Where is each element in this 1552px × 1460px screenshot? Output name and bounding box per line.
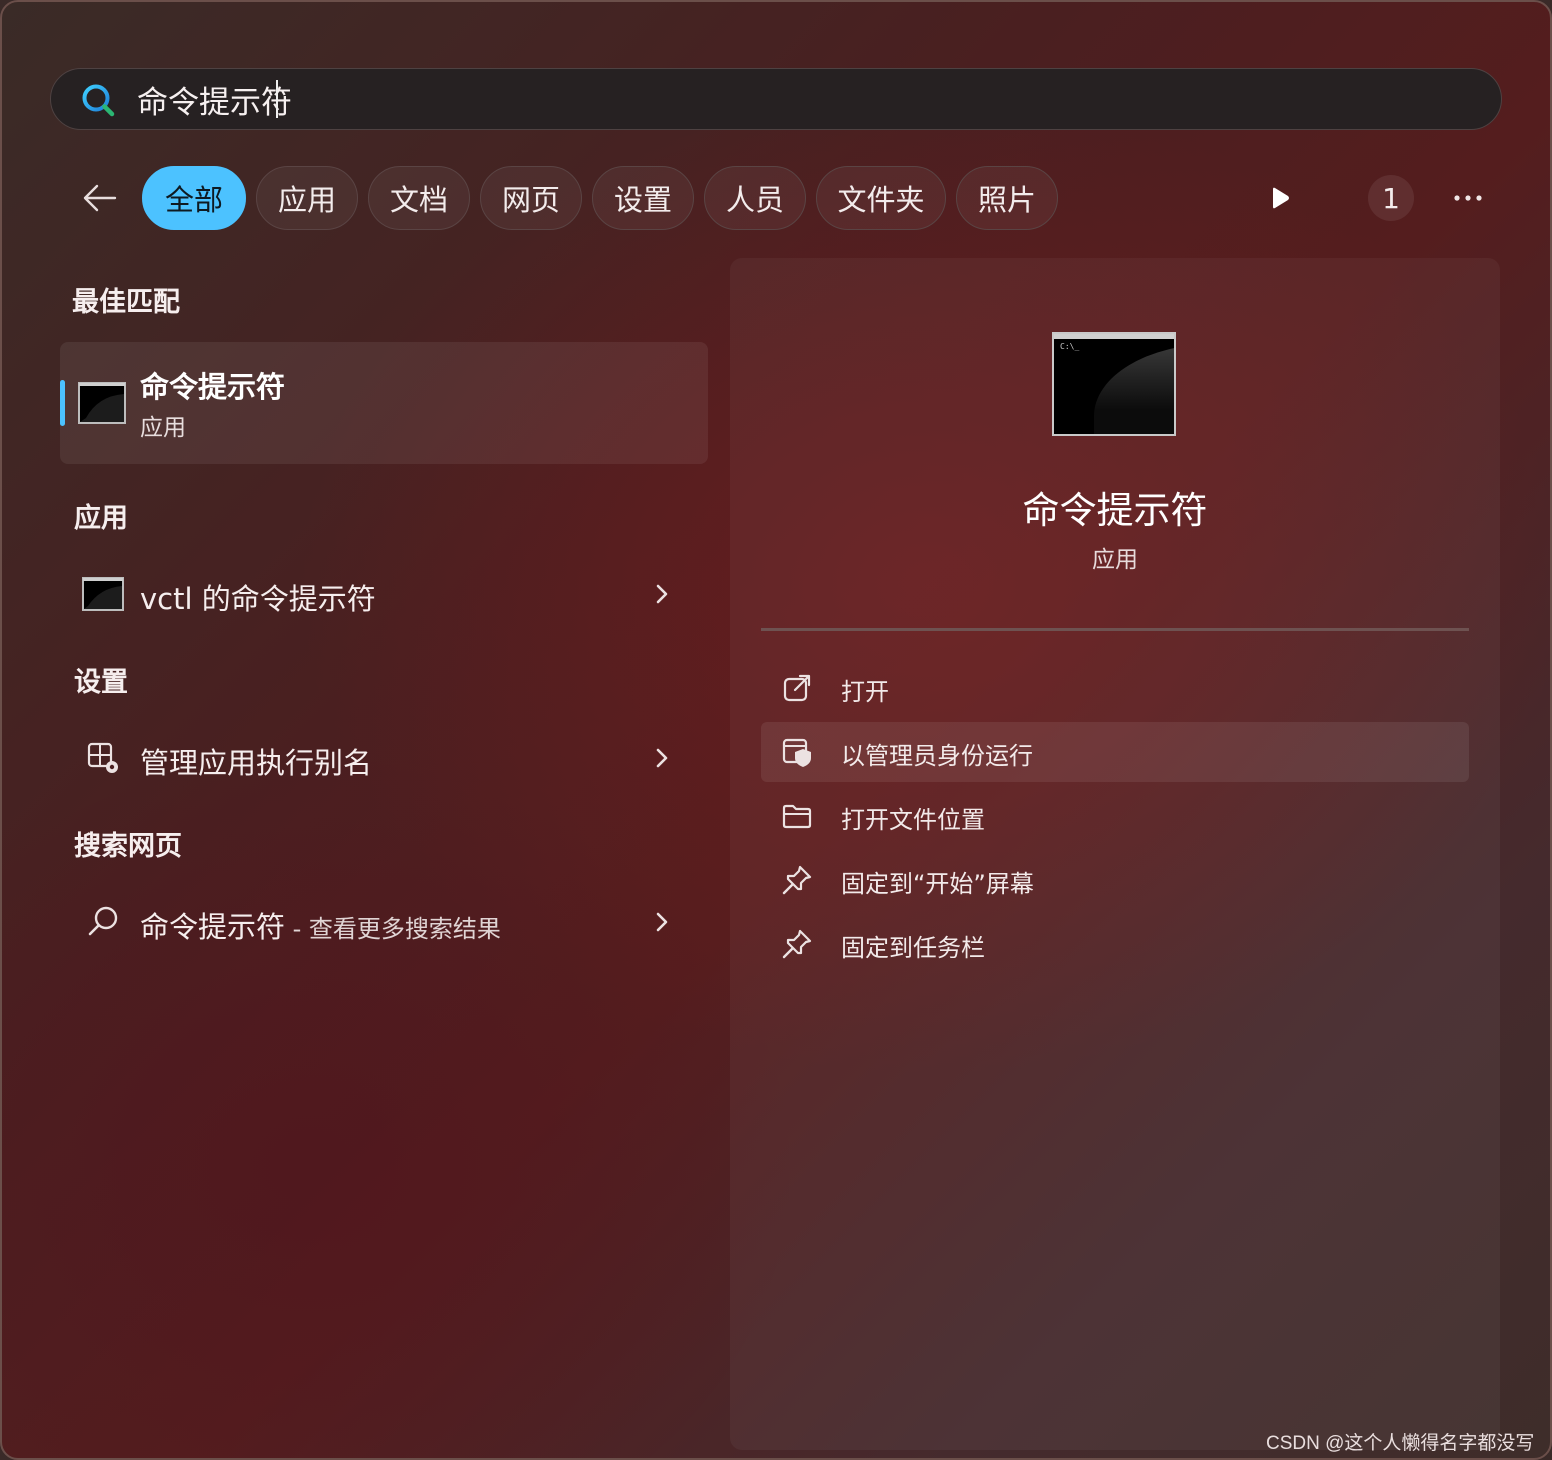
filter-chip-all[interactable]: 全部 (142, 166, 246, 230)
more-options-button[interactable] (1446, 180, 1490, 216)
cmd-large-icon: C:\_ (1052, 332, 1176, 436)
detail-title: 命令提示符 (1022, 489, 1208, 532)
chevron-right-icon[interactable] (650, 744, 674, 772)
folder-icon (782, 804, 812, 829)
chevron-right-icon[interactable] (650, 580, 674, 608)
search-icon (82, 84, 115, 117)
open-external-icon (783, 674, 811, 702)
detail-subtitle: 应用 (1092, 547, 1138, 573)
action-pin-to-taskbar-label: 固定到任务栏 (841, 934, 985, 962)
apps-heading: 应用 (74, 503, 128, 534)
cmd-icon (82, 577, 124, 611)
web-search-heading: 搜索网页 (74, 831, 182, 862)
web-search-result[interactable]: 命令提示符 - 查看更多搜索结果 (60, 890, 708, 954)
best-match-heading: 最佳匹配 (72, 287, 180, 318)
app-result-label: vctl 的命令提示符 (140, 582, 376, 616)
filter-chip-settings[interactable]: 设置 (592, 166, 694, 230)
app-settings-icon (87, 742, 118, 773)
play-button[interactable] (1260, 178, 1300, 218)
web-search-more-results: - 查看更多搜索结果 (285, 915, 501, 943)
play-icon (1273, 187, 1289, 209)
setting-result-app-aliases[interactable]: 管理应用执行别名 (60, 726, 708, 790)
filter-chip-web[interactable]: 网页 (480, 166, 582, 230)
app-result-vctl-cmd[interactable]: vctl 的命令提示符 (60, 562, 708, 626)
setting-result-label: 管理应用执行别名 (140, 746, 373, 780)
search-bar[interactable] (50, 68, 1502, 130)
arrow-left-icon (83, 184, 117, 212)
back-button[interactable] (76, 176, 122, 220)
text-caret (276, 80, 278, 118)
pin-icon (782, 865, 812, 895)
action-pin-to-start-label: 固定到“开始”屏幕 (841, 870, 1034, 898)
more-icon (1454, 195, 1482, 201)
settings-heading: 设置 (74, 667, 128, 698)
action-pin-to-taskbar[interactable]: 固定到任务栏 (761, 914, 1469, 974)
filter-chip-apps[interactable]: 应用 (256, 166, 358, 230)
watermark-text: CSDN @这个人懒得名字都没写 (1266, 1433, 1535, 1454)
action-open-file-location[interactable]: 打开文件位置 (761, 786, 1469, 846)
action-run-as-admin-label: 以管理员身份运行 (841, 742, 1033, 770)
filter-chip-documents[interactable]: 文档 (368, 166, 470, 230)
best-match-result[interactable]: 命令提示符 应用 (60, 342, 708, 464)
cmd-prompt-text: C:\_ (1060, 342, 1080, 351)
detail-panel: C:\_ 命令提示符 应用 打开 以管理员身份运行 打开文件位置 固定到“开始”… (730, 258, 1500, 1450)
filter-chip-people[interactable]: 人员 (704, 166, 806, 230)
search-icon (88, 906, 118, 936)
chevron-right-icon[interactable] (650, 908, 674, 936)
result-count-badge[interactable]: 1 (1368, 175, 1414, 221)
filter-bar: 全部 应用 文档 网页 设置 人员 文件夹 照片 1 (2, 166, 1550, 230)
best-match-subtitle: 应用 (140, 415, 186, 441)
action-open-file-location-label: 打开文件位置 (841, 806, 985, 834)
best-match-title: 命令提示符 (140, 370, 286, 404)
web-search-label: 命令提示符 - 查看更多搜索结果 (140, 904, 501, 946)
detail-divider (761, 628, 1469, 631)
search-input[interactable] (137, 77, 1437, 121)
action-pin-to-start[interactable]: 固定到“开始”屏幕 (761, 850, 1469, 910)
web-search-query: 命令提示符 (140, 910, 286, 944)
shield-admin-icon (782, 738, 811, 767)
cmd-icon (78, 382, 126, 424)
pin-icon (782, 929, 812, 959)
action-run-as-admin[interactable]: 以管理员身份运行 (761, 722, 1469, 782)
action-open-label: 打开 (841, 678, 889, 706)
selection-indicator (60, 380, 65, 426)
search-window: 全部 应用 文档 网页 设置 人员 文件夹 照片 1 最佳匹配 (0, 0, 1552, 1460)
filter-chip-photos[interactable]: 照片 (956, 166, 1058, 230)
filter-chip-folders[interactable]: 文件夹 (816, 166, 946, 230)
action-open[interactable]: 打开 (761, 658, 1469, 718)
